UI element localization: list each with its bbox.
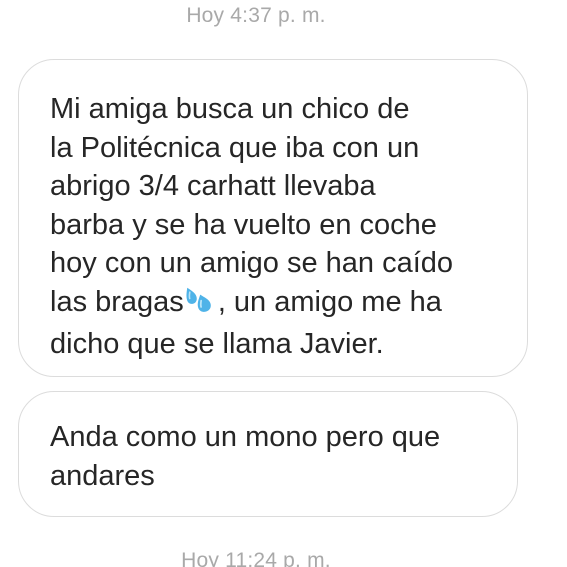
message-bubble[interactable]: Mi amiga busca un chico de la Politécnic… (18, 59, 528, 377)
sweat-droplets-icon (185, 285, 215, 326)
message-text-fragment: las bragas (50, 285, 184, 318)
message-timestamp: Hoy 11:24 p. m. (181, 549, 331, 567)
message-line-with-emoji: las bragas , un amigo me ha (50, 283, 507, 326)
message-line: andares (50, 459, 155, 492)
message-line: Mi amiga busca un chico de (50, 93, 410, 125)
chat-screen: Hoy 4:37 p. m. Mi amiga busca un chico d… (0, 0, 567, 567)
message-line: barba y se ha vuelto en coche (50, 208, 437, 241)
message-bubble[interactable]: Anda como un mono pero que andares (18, 391, 518, 517)
message-line: la Politécnica que iba con un (50, 131, 420, 164)
message-line: Anda como un mono pero que (50, 421, 441, 453)
message-line: abrigo 3/4 carhatt llevaba (50, 170, 376, 202)
message-timestamp: Hoy 4:37 p. m. (186, 4, 326, 27)
message-line: hoy con un amigo se han caído (50, 247, 454, 279)
message-text-fragment: , un amigo me ha (217, 285, 442, 318)
message-line: dicho que se llama Javier. (50, 328, 384, 360)
